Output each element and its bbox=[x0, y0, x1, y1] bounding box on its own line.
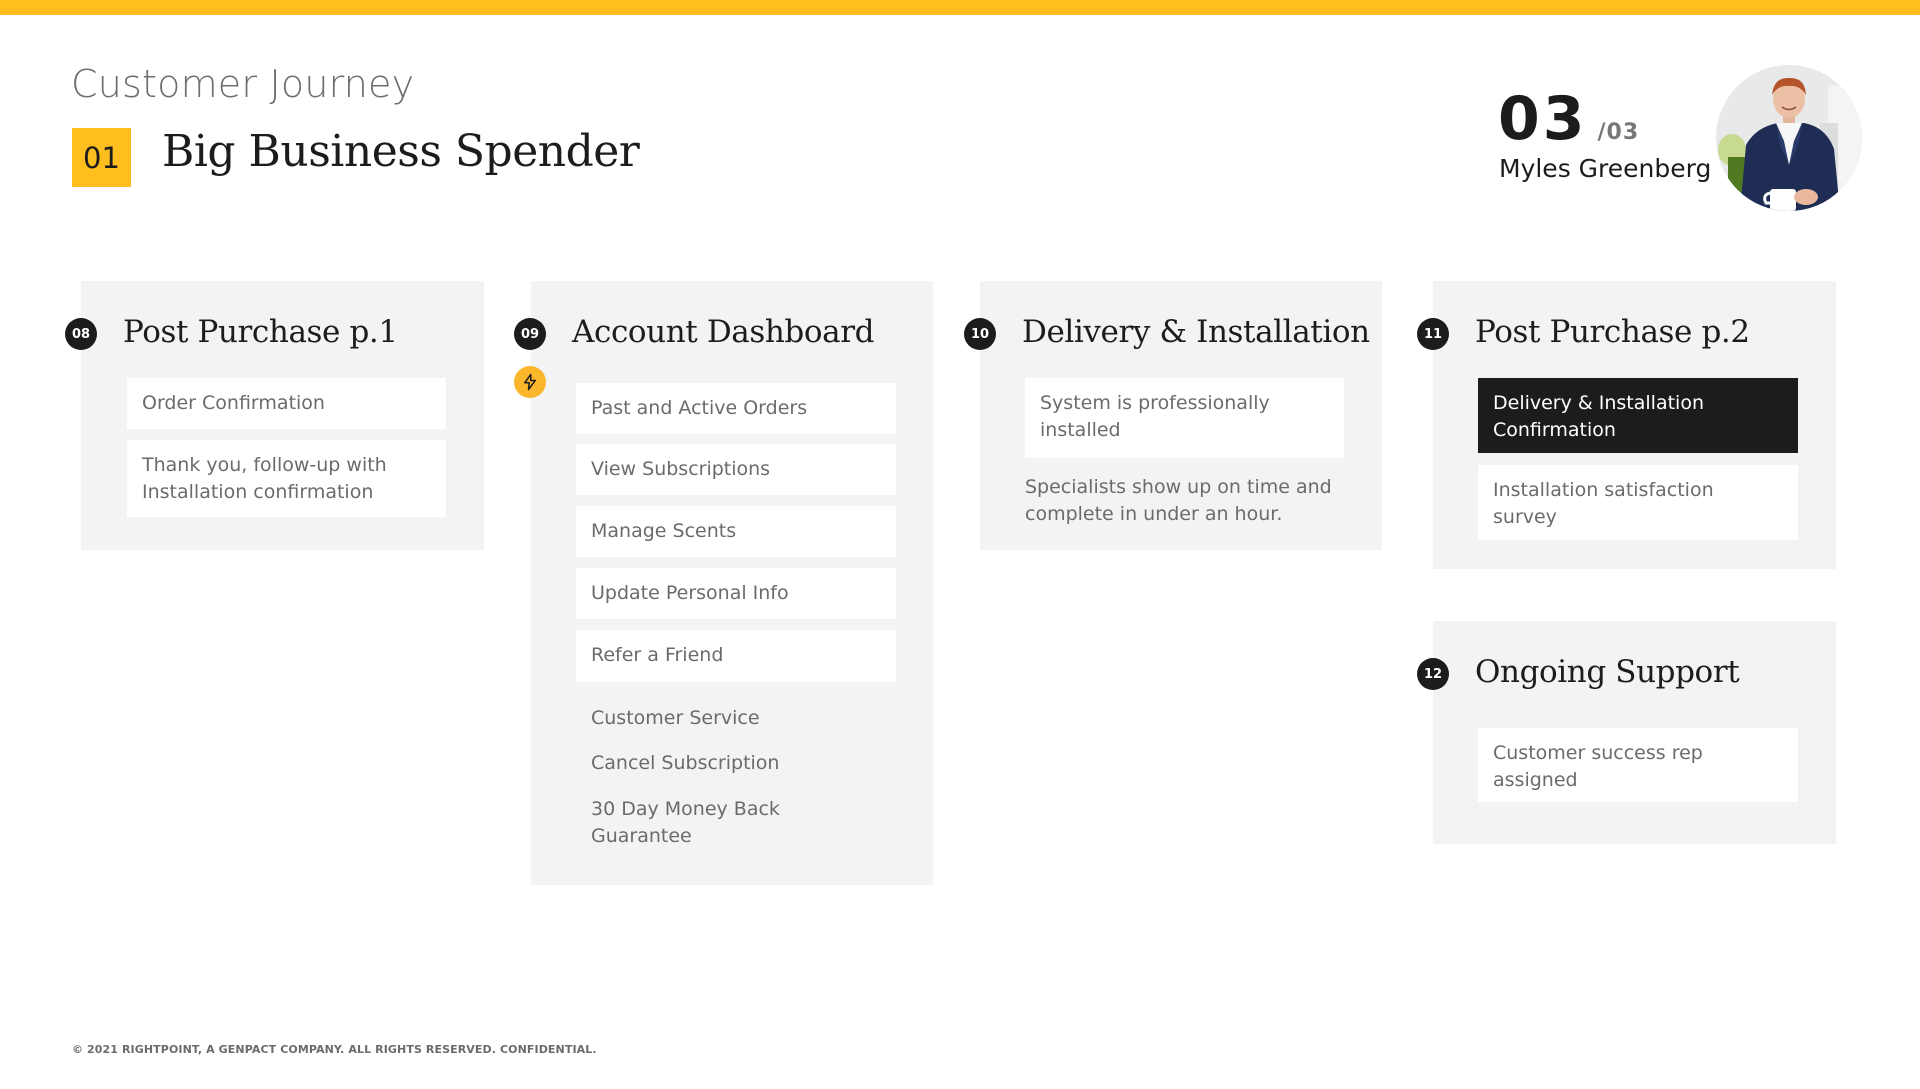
list-item: System is professionally installed bbox=[1025, 378, 1344, 458]
step-badge: 10 bbox=[964, 318, 996, 350]
card-title: Delivery & Installation bbox=[1022, 314, 1370, 350]
list-item: Past and Active Orders bbox=[576, 383, 896, 434]
list-item: Thank you, follow-up with Installation c… bbox=[127, 440, 446, 517]
list-item: Order Confirmation bbox=[127, 378, 446, 429]
avatar bbox=[1716, 65, 1862, 211]
list-item: Update Personal Info bbox=[576, 568, 896, 619]
step-badge: 11 bbox=[1417, 318, 1449, 350]
plain-list-item: 30 Day Money Back Guarantee bbox=[591, 798, 780, 847]
section-eyebrow: Customer Journey bbox=[71, 62, 415, 106]
step-badge: 09 bbox=[514, 318, 546, 350]
lightning-bolt-glyph bbox=[524, 373, 536, 391]
persona-number-badge: 01 bbox=[72, 128, 131, 187]
step-badge: 08 bbox=[65, 318, 97, 350]
list-item: Manage Scents bbox=[576, 506, 896, 557]
page-title: Big Business Spender bbox=[162, 126, 640, 177]
person-name: Myles Greenberg bbox=[1499, 154, 1712, 183]
plain-list-item: Cancel Subscription bbox=[591, 752, 780, 774]
page-total: /03 bbox=[1597, 120, 1640, 145]
page-current: 03 bbox=[1498, 84, 1588, 154]
step-badge: 12 bbox=[1417, 658, 1449, 690]
list-item: View Subscriptions bbox=[576, 444, 896, 495]
card-title: Post Purchase p.2 bbox=[1475, 314, 1750, 350]
card-title: Account Dashboard bbox=[572, 314, 875, 350]
highlighted-list-item: Delivery & Installation Confirmation bbox=[1478, 378, 1798, 453]
lightning-bolt-icon bbox=[514, 366, 546, 398]
list-item: Installation satisfaction survey bbox=[1478, 465, 1798, 540]
card-title: Ongoing Support bbox=[1475, 654, 1740, 690]
copyright-footer: © 2021 RIGHTPOINT, A GENPACT COMPANY. AL… bbox=[72, 1043, 597, 1056]
plain-list-item: Customer Service bbox=[591, 707, 760, 729]
person-photo-icon bbox=[1716, 65, 1862, 211]
top-accent-bar bbox=[0, 0, 1920, 15]
card-note: Specialists show up on time and complete… bbox=[1025, 476, 1332, 525]
list-item: Customer success rep assigned bbox=[1478, 728, 1798, 802]
page-counter: 03 /03 bbox=[1498, 84, 1639, 154]
card-title: Post Purchase p.1 bbox=[123, 314, 398, 350]
list-item: Refer a Friend bbox=[576, 630, 896, 682]
